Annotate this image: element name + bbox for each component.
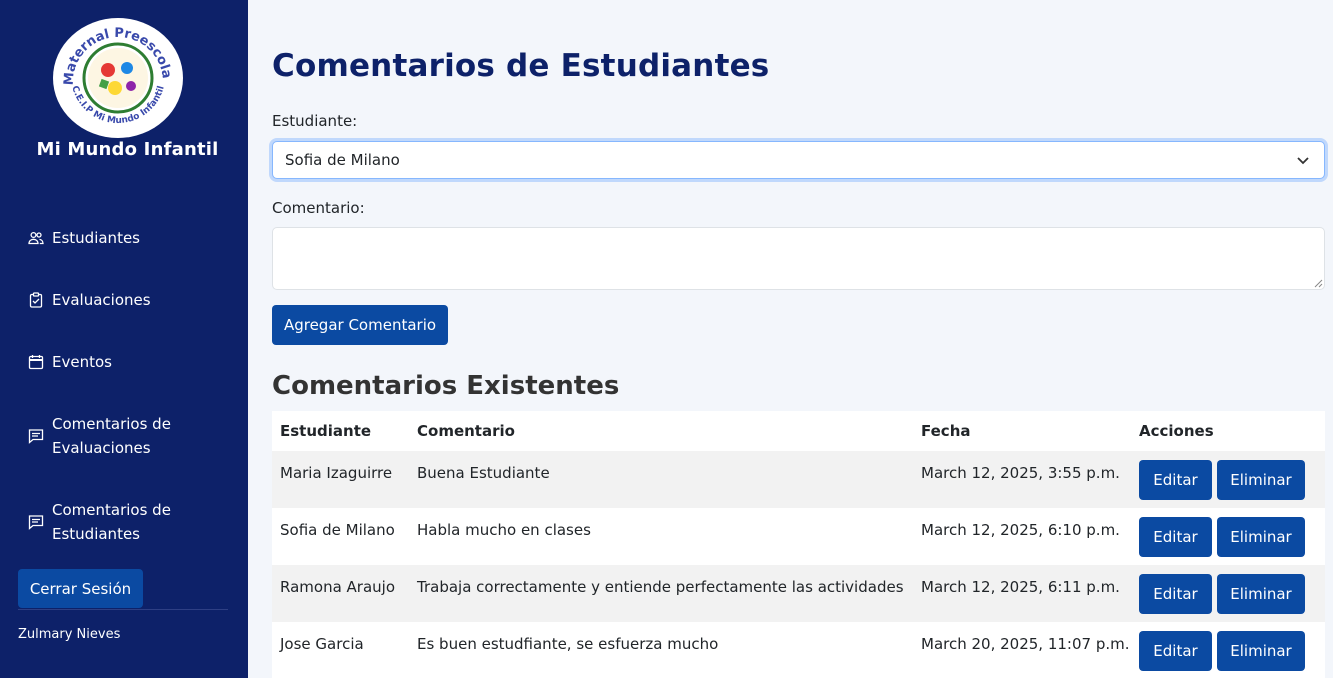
- delete-button[interactable]: Eliminar: [1217, 631, 1305, 671]
- chevron-down-icon: [1296, 153, 1310, 167]
- cell-student: Sofia de Milano: [280, 521, 395, 539]
- comment-icon: [28, 428, 44, 444]
- student-select-value: Sofia de Milano: [285, 151, 400, 169]
- users-icon: [28, 230, 44, 246]
- page-title: Comentarios de Estudiantes: [272, 48, 770, 84]
- table-row: Jose Garcia Es buen estudfiante, se esfu…: [272, 622, 1325, 678]
- cell-date: March 12, 2025, 6:11 p.m.: [921, 578, 1120, 596]
- logo-graphic: Maternal Preescolar C.E.I.P Mi Mundo Inf…: [53, 18, 176, 136]
- sidebar-item-evaluaciones[interactable]: Evaluaciones: [28, 288, 202, 312]
- delete-button[interactable]: Eliminar: [1217, 574, 1305, 614]
- sidebar-item-comentarios-estudiantes[interactable]: Comentarios de Estudiantes: [28, 498, 202, 546]
- cell-date: March 20, 2025, 11:07 p.m.: [921, 635, 1130, 653]
- edit-button[interactable]: Editar: [1139, 460, 1212, 500]
- header-fecha: Fecha: [921, 422, 971, 440]
- main-content: Comentarios de Estudiantes Estudiante: S…: [248, 0, 1333, 678]
- edit-button[interactable]: Editar: [1139, 517, 1212, 557]
- header-comentario: Comentario: [417, 422, 515, 440]
- delete-button[interactable]: Eliminar: [1217, 460, 1305, 500]
- comments-table: Estudiante Comentario Fecha Acciones Mar…: [272, 411, 1325, 678]
- sidebar-item-comentarios-evaluaciones[interactable]: Comentarios de Evaluaciones: [28, 412, 202, 460]
- cell-actions: Editar Eliminar: [1131, 451, 1325, 500]
- table-header: Estudiante Comentario Fecha Acciones: [272, 411, 1325, 451]
- table-row: Maria Izaguirre Buena Estudiante March 1…: [272, 451, 1325, 508]
- table-row: Sofia de Milano Habla mucho en clases Ma…: [272, 508, 1325, 565]
- calendar-icon: [28, 354, 44, 370]
- header-acciones: Acciones: [1139, 422, 1214, 440]
- cell-comment: Trabaja correctamente y entiende perfect…: [417, 578, 904, 596]
- sidebar-item-label: Comentarios de Evaluaciones: [52, 415, 171, 457]
- cell-actions: Editar Eliminar: [1131, 508, 1325, 557]
- sidebar-item-estudiantes[interactable]: Estudiantes: [28, 226, 202, 250]
- add-comment-button[interactable]: Agregar Comentario: [272, 305, 448, 345]
- delete-button[interactable]: Eliminar: [1217, 517, 1305, 557]
- student-select[interactable]: Sofia de Milano: [272, 141, 1325, 179]
- school-logo: Maternal Preescolar C.E.I.P Mi Mundo Inf…: [53, 18, 183, 138]
- sidebar-item-label: Evaluaciones: [52, 291, 151, 309]
- comment-label: Comentario:: [272, 199, 365, 217]
- cell-student: Ramona Araujo: [280, 578, 396, 596]
- cell-actions: Editar Eliminar: [1131, 622, 1325, 671]
- cell-date: March 12, 2025, 6:10 p.m.: [921, 521, 1120, 539]
- student-label: Estudiante:: [272, 112, 358, 130]
- sidebar-divider: [18, 609, 228, 610]
- cell-date: March 12, 2025, 3:55 p.m.: [921, 464, 1120, 482]
- sidebar-item-label: Eventos: [52, 353, 112, 371]
- edit-button[interactable]: Editar: [1139, 574, 1212, 614]
- edit-button[interactable]: Editar: [1139, 631, 1212, 671]
- table-row: Ramona Araujo Trabaja correctamente y en…: [272, 565, 1325, 622]
- sidebar: Maternal Preescolar C.E.I.P Mi Mundo Inf…: [0, 0, 248, 678]
- resize-grip-icon[interactable]: [1313, 278, 1323, 288]
- logout-button[interactable]: Cerrar Sesión: [18, 569, 143, 608]
- clipboard-check-icon: [28, 292, 44, 308]
- sidebar-item-eventos[interactable]: Eventos: [28, 350, 202, 374]
- cell-comment: Buena Estudiante: [417, 464, 550, 482]
- existing-comments-title: Comentarios Existentes: [272, 371, 620, 401]
- sidebar-item-label: Estudiantes: [52, 229, 140, 247]
- school-name: Mi Mundo Infantil: [36, 139, 219, 160]
- cell-comment: Habla mucho en clases: [417, 521, 591, 539]
- comment-icon: [28, 514, 44, 530]
- cell-student: Jose Garcia: [280, 635, 364, 653]
- user-name: Zulmary Nieves: [18, 627, 121, 642]
- cell-actions: Editar Eliminar: [1131, 565, 1325, 614]
- comment-textarea[interactable]: [272, 227, 1325, 290]
- cell-student: Maria Izaguirre: [280, 464, 393, 482]
- cell-comment: Es buen estudfiante, se esfuerza mucho: [417, 635, 719, 653]
- header-estudiante: Estudiante: [280, 422, 372, 440]
- sidebar-item-label: Comentarios de Estudiantes: [52, 501, 171, 543]
